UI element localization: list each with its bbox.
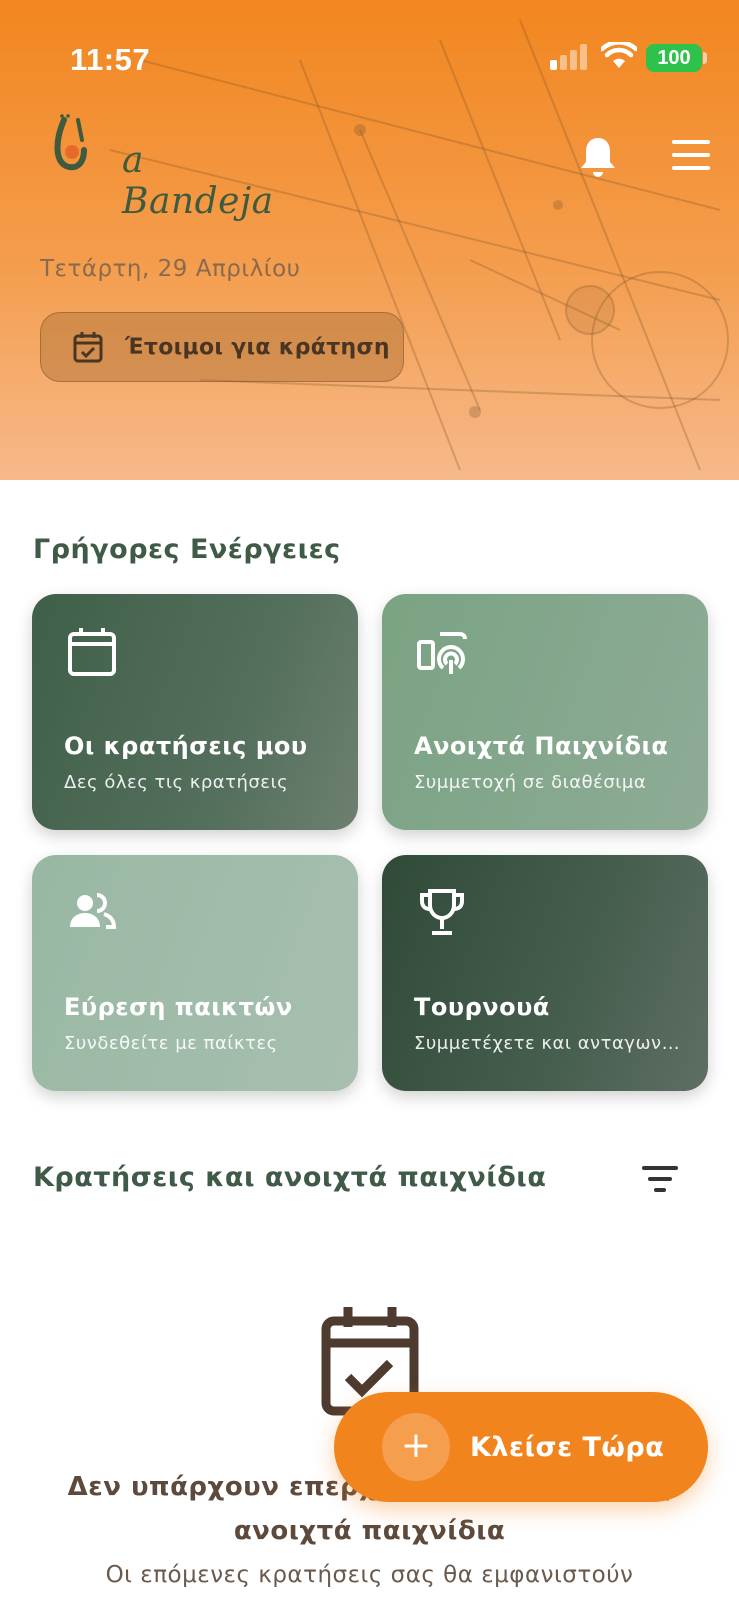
card-my-bookings[interactable]: Οι κρατήσεις μου Δες όλες τις κρατήσεις bbox=[32, 594, 358, 830]
card-find-players[interactable]: Εύρεση παικτών Συνδεθείτε με παίκτες bbox=[32, 855, 358, 1091]
reservations-title: Κρατήσεις και ανοιχτά παιχνίδια bbox=[33, 1162, 547, 1193]
card-title: Τουρνουά bbox=[414, 993, 550, 1021]
card-tournaments[interactable]: Τουρνουά Συμμετέχετε και ανταγωνιστείτε bbox=[382, 855, 708, 1091]
status-time: 11:57 bbox=[70, 42, 151, 77]
card-subtitle: Συνδεθείτε με παίκτες bbox=[64, 1033, 278, 1054]
battery-indicator: 100 bbox=[646, 44, 702, 72]
card-title: Οι κρατήσεις μου bbox=[64, 732, 308, 760]
trophy-icon bbox=[420, 889, 464, 935]
quick-actions-title: Γρήγορες Ενέργειες bbox=[33, 534, 341, 565]
card-title: Εύρεση παικτών bbox=[64, 993, 293, 1021]
bell-icon[interactable] bbox=[578, 134, 618, 178]
users-icon bbox=[70, 893, 117, 929]
app-logo: a Bandeja bbox=[50, 110, 280, 222]
empty-state-subtitle: Οι επόμενες κρατήσεις σας θα εμφανιστούν bbox=[105, 1562, 634, 1588]
calendar-icon bbox=[68, 628, 116, 676]
book-now-button[interactable]: + Κλείσε Τώρα bbox=[334, 1392, 708, 1502]
court-broadcast-icon bbox=[417, 632, 467, 674]
card-title: Ανοιχτά Παιχνίδια bbox=[414, 732, 669, 760]
card-subtitle: Συμμετοχή σε διαθέσιμα bbox=[414, 772, 647, 793]
logo-mark-icon bbox=[54, 114, 87, 171]
battery-nub bbox=[703, 52, 707, 64]
card-subtitle: Συμμετέχετε και ανταγωνιστείτε bbox=[414, 1033, 684, 1054]
calendar-check-icon bbox=[73, 332, 103, 363]
cellular-signal-icon bbox=[550, 44, 587, 70]
wifi-icon bbox=[601, 42, 637, 68]
card-subtitle: Δες όλες τις κρατήσεις bbox=[64, 772, 289, 793]
filter-icon[interactable] bbox=[640, 1162, 680, 1196]
ready-to-book-label: Έτοιμοι για κράτηση bbox=[125, 334, 390, 360]
card-open-games[interactable]: Ανοιχτά Παιχνίδια Συμμετοχή σε διαθέσιμα bbox=[382, 594, 708, 830]
logo-text: a Bandeja bbox=[122, 140, 274, 222]
book-now-label: Κλείσε Τώρα bbox=[470, 1431, 665, 1463]
header: 11:57 100 a Bandeja Τετάρτη, 29 Απριλίου… bbox=[0, 0, 739, 480]
menu-icon[interactable] bbox=[672, 140, 710, 170]
current-date: Τετάρτη, 29 Απριλίου bbox=[40, 256, 301, 282]
status-bar: 11:57 100 bbox=[0, 30, 739, 90]
ready-to-book-button[interactable]: Έτοιμοι για κράτηση bbox=[40, 312, 404, 382]
plus-icon: + bbox=[382, 1413, 450, 1481]
